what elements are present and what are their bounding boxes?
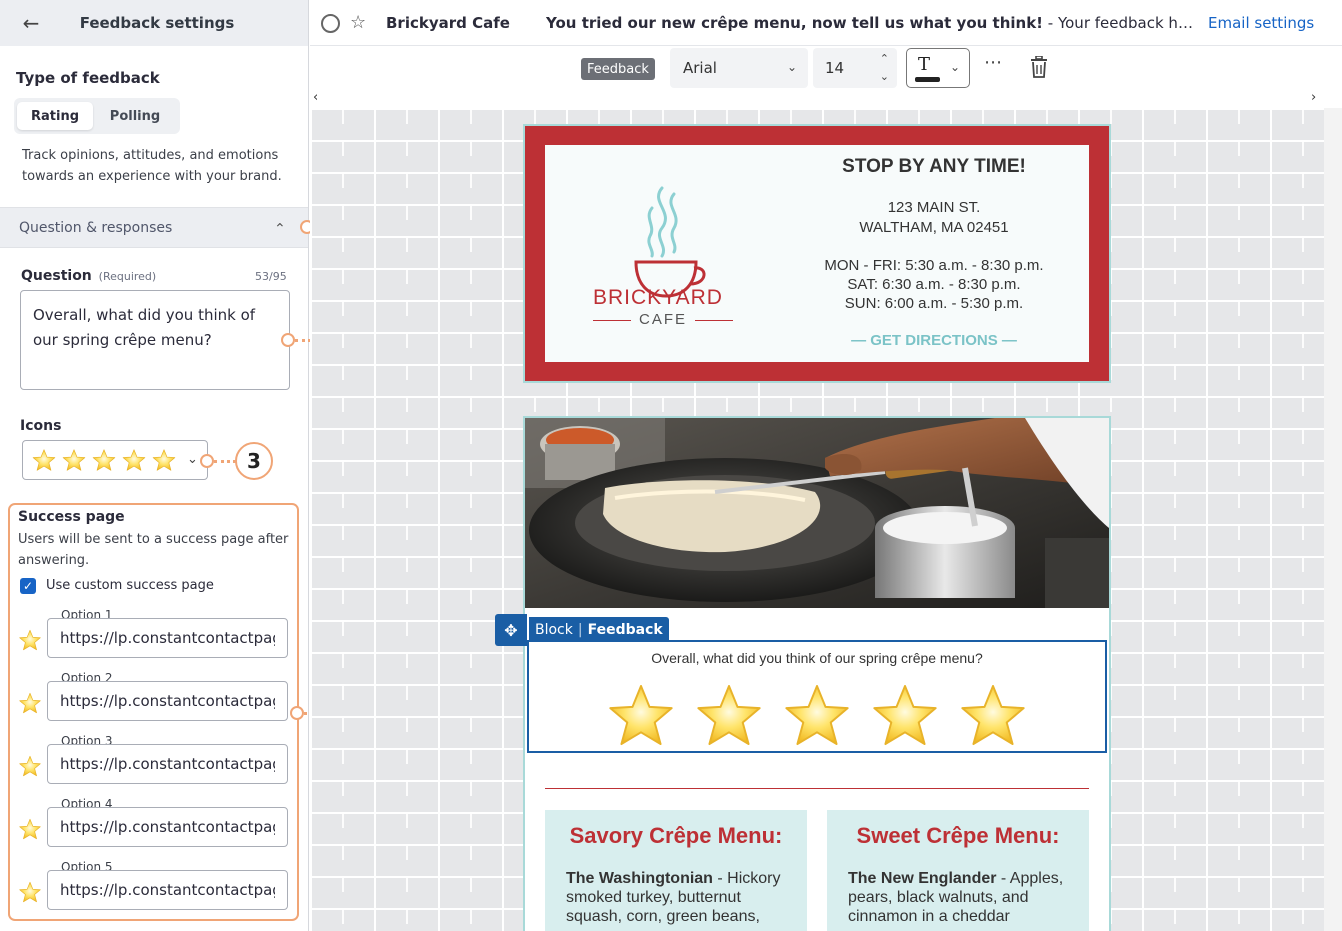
status-circle-icon[interactable] [321, 14, 340, 33]
chevron-down-icon: ⌄ [950, 60, 961, 74]
menu-item-name: The Washingtonian [566, 870, 713, 887]
rating-star-icon[interactable] [696, 684, 762, 746]
star-icon [19, 629, 41, 651]
color-swatch [915, 77, 940, 82]
custom-success-checkbox[interactable]: ✓ [20, 578, 36, 594]
logo-sub-text: CAFE [593, 311, 733, 328]
success-page-title: Success page [18, 509, 125, 525]
block-type-text: Feedback [587, 622, 663, 638]
option-url-input[interactable] [47, 618, 288, 658]
star-icon [19, 755, 41, 777]
sidebar-title: Feedback settings [79, 14, 235, 32]
star-icon [62, 449, 86, 471]
campaign-name[interactable]: Brickyard Cafe [386, 14, 510, 32]
rating-star-icon[interactable] [872, 684, 938, 746]
move-icon[interactable]: ✥ [495, 614, 527, 646]
logo-brand-text: BRICKYARD [593, 286, 723, 309]
feedback-question: Overall, what did you think of our sprin… [651, 650, 983, 666]
favorite-star-icon[interactable]: ☆ [350, 12, 366, 33]
character-count: 53/95 [255, 270, 287, 283]
text-color-icon: T [918, 54, 931, 75]
font-size-stepper[interactable]: 14 ⌃ ⌄ [813, 48, 897, 88]
callout-pointer [281, 333, 295, 347]
block-tag-text: Block [535, 622, 573, 638]
callout-line [214, 460, 236, 463]
option-url-input[interactable] [47, 870, 288, 910]
option-url-input[interactable] [47, 744, 288, 784]
menu-item: The New Englander - Apples, pears, black… [848, 869, 1078, 926]
trash-icon[interactable] [1030, 56, 1048, 78]
feedback-type-toggle: Rating Polling [14, 98, 180, 134]
header-title: STOP BY ANY TIME! [842, 156, 1026, 177]
email-settings-link[interactable]: Email settings [1208, 14, 1314, 32]
increase-icon[interactable]: ⌃ [880, 52, 889, 65]
star-icon [122, 449, 146, 471]
star-icon [19, 692, 41, 714]
subject-line: You tried our new crêpe menu, now tell u… [546, 14, 1044, 32]
chevron-up-icon[interactable]: ⌄ [274, 219, 286, 235]
chevron-down-icon: ⌄ [786, 60, 797, 74]
feedback-chip: Feedback [581, 58, 655, 80]
scroll-right-icon[interactable]: › [1311, 90, 1316, 105]
callout-pointer [290, 706, 304, 720]
question-responses-section[interactable]: Question & responses ⌄ [0, 207, 308, 248]
menu-item-name: The New Englander [848, 870, 997, 887]
question-field[interactable] [20, 290, 290, 390]
email-subject[interactable]: You tried our new crêpe menu, now tell u… [546, 14, 1202, 32]
rating-star-icon[interactable] [784, 684, 850, 746]
scroll-left-icon[interactable]: ‹ [313, 90, 318, 105]
star-icon [19, 881, 41, 903]
type-description: Track opinions, attitudes, and emotions … [22, 148, 282, 184]
font-size-value: 14 [825, 59, 845, 77]
menu-item: The Washingtonian - Hickory smoked turke… [566, 869, 796, 926]
success-page-description: Users will be sent to a success page aft… [18, 532, 289, 568]
section-label: Question & responses [19, 219, 173, 236]
campaign-topbar: ☆ Brickyard Cafe You tried our new crêpe… [310, 0, 1342, 46]
hours-line: SUN: 6:00 a.m. - 5:30 p.m. [844, 295, 1024, 312]
tab-rating[interactable]: Rating [17, 102, 93, 130]
address: 123 MAIN ST. WALTHAM, MA 02451 [780, 198, 1088, 238]
rating-star-icon[interactable] [608, 684, 674, 746]
decrease-icon[interactable]: ⌄ [880, 70, 889, 83]
callout-badge: 3 [235, 442, 273, 480]
required-hint: (Required) [98, 270, 157, 283]
option-url-input[interactable] [47, 681, 288, 721]
tag-separator: | [577, 622, 583, 638]
custom-success-label: Use custom success page [46, 578, 214, 593]
tab-polling[interactable]: Polling [93, 102, 177, 130]
question-label: Question (Required) [21, 268, 156, 284]
address-line: 123 MAIN ST. [887, 199, 981, 216]
hours: MON - FRI: 5:30 a.m. - 8:30 p.m. SAT: 6:3… [780, 256, 1088, 313]
option-url-input[interactable] [47, 807, 288, 847]
format-toolbar: Feedback Arial ⌄ 14 ⌃ ⌄ T ⌄ ⋯ ‹ › [310, 46, 1342, 108]
vertical-scrollbar[interactable] [1324, 108, 1342, 931]
menu-title: Sweet Crêpe Menu: [856, 823, 1060, 848]
icons-label: Icons [20, 418, 62, 434]
crepe-photo [525, 418, 1109, 608]
menu-title: Savory Crêpe Menu: [569, 823, 783, 848]
back-arrow-icon[interactable]: ← [18, 10, 44, 36]
get-directions-link[interactable]: — GET DIRECTIONS — [780, 332, 1088, 349]
text-color-button[interactable]: T ⌄ [906, 48, 970, 88]
star-icon [32, 449, 56, 471]
hours-line: SAT: 6:30 a.m. - 8:30 p.m. [847, 276, 1021, 293]
font-value: Arial [683, 59, 717, 77]
star-icon [92, 449, 116, 471]
question-label-text: Question [21, 268, 92, 284]
preheader-text: - Your feedback helps us as we continue … [1047, 14, 1202, 32]
address-line: WALTHAM, MA 02451 [859, 219, 1009, 236]
callout-pointer [200, 454, 214, 468]
rating-star-icon[interactable] [960, 684, 1026, 746]
star-icon [152, 449, 176, 471]
chevron-down-icon: ⌄ [187, 452, 198, 467]
icon-style-select[interactable]: ⌄ [22, 440, 208, 480]
hours-line: MON - FRI: 5:30 a.m. - 8:30 p.m. [824, 257, 1044, 274]
sidebar-header: ← Feedback settings [0, 0, 308, 46]
more-options-icon[interactable]: ⋯ [984, 52, 1003, 73]
star-icon [19, 818, 41, 840]
section-divider [545, 788, 1089, 789]
font-family-select[interactable]: Arial ⌄ [670, 48, 808, 88]
type-of-feedback-label: Type of feedback [16, 69, 160, 87]
